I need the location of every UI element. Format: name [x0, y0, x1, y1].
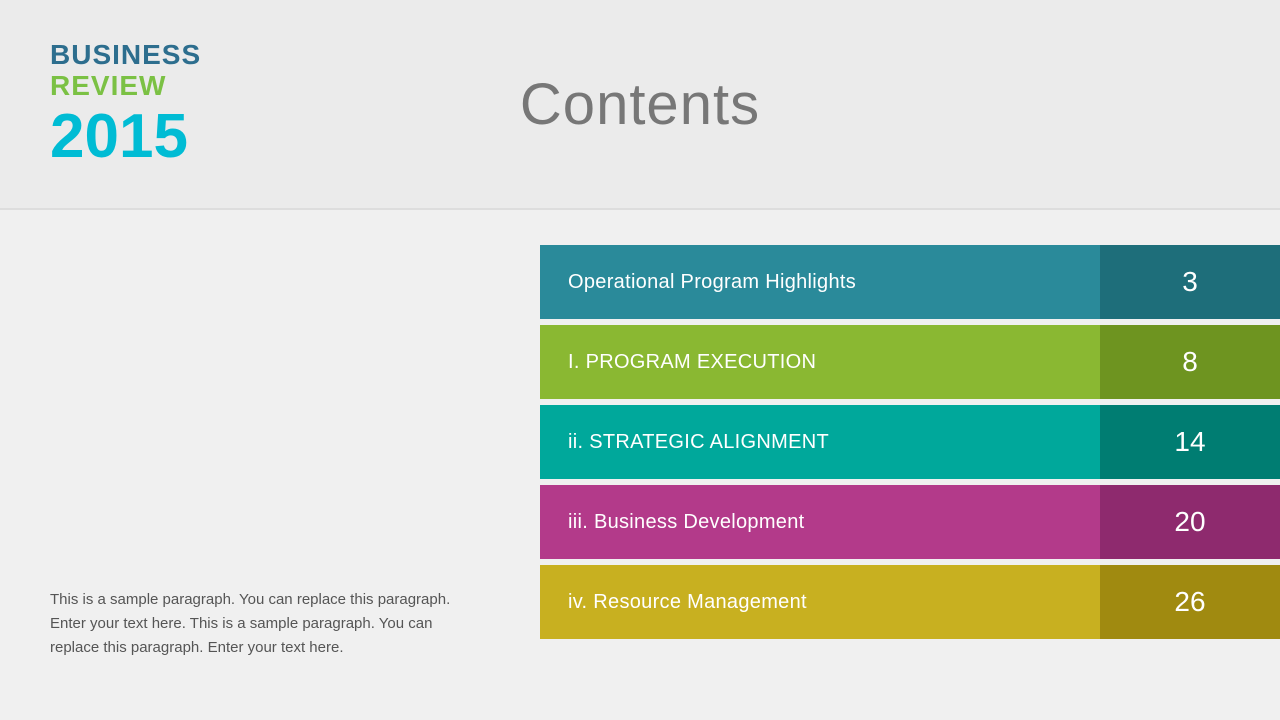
page-title: Contents	[520, 71, 760, 138]
header: BUSINESS REVIEW 2015 Contents	[0, 0, 1280, 210]
toc-label-1: I. PROGRAM EXECUTION	[540, 325, 1100, 399]
toc-label-3: iii. Business Development	[540, 485, 1100, 559]
toc-page-0: 3	[1100, 245, 1280, 319]
toc-label-4: iv. Resource Management	[540, 565, 1100, 639]
sample-paragraph: This is a sample paragraph. You can repl…	[50, 588, 470, 660]
toc-row[interactable]: Operational Program Highlights3	[540, 245, 1280, 319]
brand-year: 2015	[50, 106, 201, 168]
brand-review: REVIEW	[50, 71, 201, 102]
toc-page-2: 14	[1100, 405, 1280, 479]
toc-label-2: ii. STRATEGIC ALIGNMENT	[540, 405, 1100, 479]
toc-row[interactable]: iii. Business Development20	[540, 485, 1280, 559]
toc-panel: Operational Program Highlights3I. PROGRA…	[540, 240, 1280, 690]
left-panel: This is a sample paragraph. You can repl…	[0, 240, 540, 690]
toc-page-3: 20	[1100, 485, 1280, 559]
toc-row[interactable]: I. PROGRAM EXECUTION8	[540, 325, 1280, 399]
toc-label-0: Operational Program Highlights	[540, 245, 1100, 319]
brand-business: BUSINESS	[50, 40, 201, 71]
toc-page-4: 26	[1100, 565, 1280, 639]
toc-row[interactable]: ii. STRATEGIC ALIGNMENT14	[540, 405, 1280, 479]
toc-page-1: 8	[1100, 325, 1280, 399]
branding: BUSINESS REVIEW 2015	[50, 40, 201, 168]
main-content: This is a sample paragraph. You can repl…	[0, 210, 1280, 720]
toc-row[interactable]: iv. Resource Management26	[540, 565, 1280, 639]
